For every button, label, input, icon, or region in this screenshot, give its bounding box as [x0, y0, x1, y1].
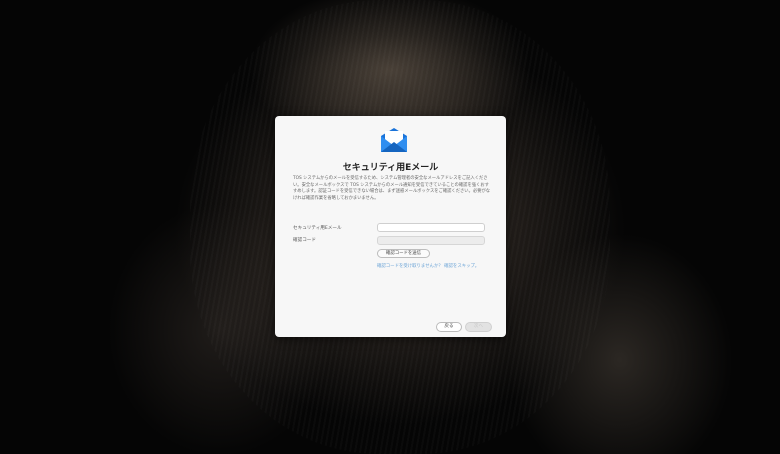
next-button[interactable]: 次へ — [465, 322, 492, 332]
send-code-button[interactable]: 確認コードを送信 — [377, 249, 430, 258]
help-links: 確認コードを受け取りませんか？ 確認をスキップ。 — [377, 263, 479, 269]
email-label: セキュリティ用Eメール — [293, 226, 342, 231]
back-button[interactable]: 戻る — [436, 322, 462, 332]
security-email-dialog: セキュリティ用Eメール TOS システムからのメールを受信するため、システム管理… — [275, 116, 506, 337]
code-label: 確認コード — [293, 238, 316, 243]
dialog-title: セキュリティ用Eメール — [342, 163, 439, 173]
code-not-received-link[interactable]: 確認コードを受け取りませんか？ — [377, 264, 443, 269]
verification-code-input[interactable] — [377, 236, 485, 245]
dialog-description: TOS システムからのメールを受信するため、システム管理者の安全なメールアドレス… — [293, 176, 491, 201]
security-email-input[interactable] — [377, 223, 485, 232]
envelope-icon — [379, 127, 409, 153]
skip-verification-link[interactable]: 確認をスキップ。 — [444, 264, 479, 269]
